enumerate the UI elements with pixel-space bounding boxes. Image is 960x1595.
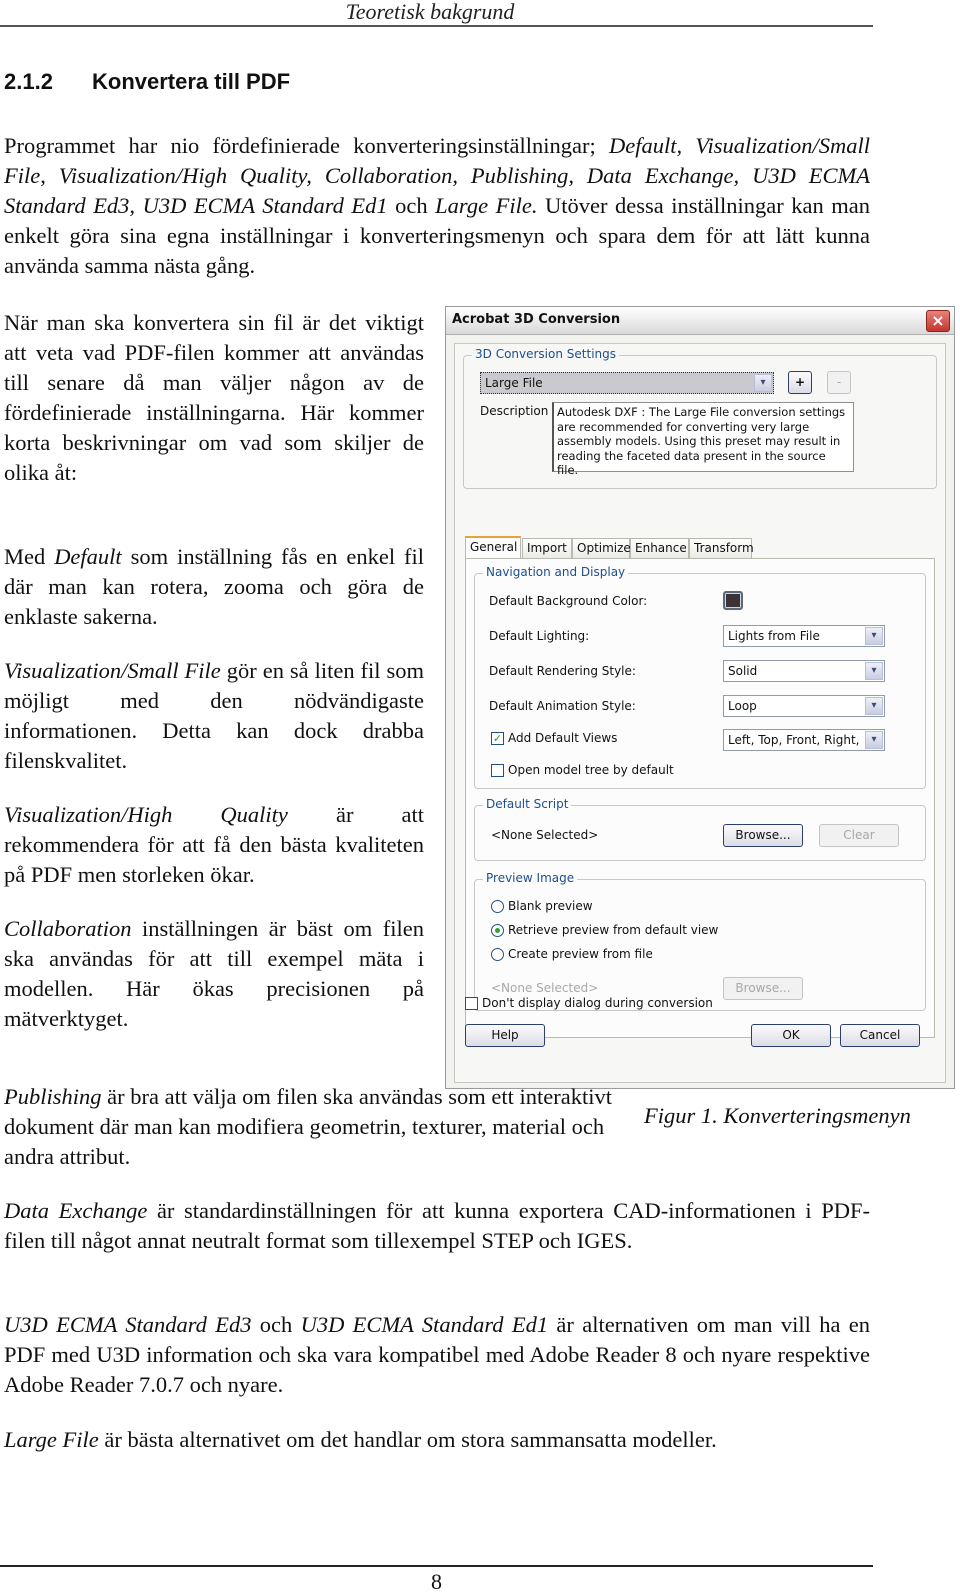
rendering-value: Solid — [728, 664, 758, 678]
dont-display-dialog-checkbox[interactable] — [465, 997, 478, 1010]
rendering-dropdown[interactable]: Solid ▾ — [723, 660, 885, 682]
intro-text: Programmet har nio fördefinierade konver… — [4, 133, 609, 158]
script-value: <None Selected> — [491, 828, 599, 842]
preview-image-legend: Preview Image — [483, 871, 578, 885]
rendering-label: Default Rendering Style: — [489, 664, 636, 678]
term: U3D ECMA Standard Ed1 — [300, 1312, 549, 1337]
help-button[interactable]: Help — [465, 1024, 545, 1047]
section-title: Konvertera till PDF — [92, 69, 291, 94]
chevron-down-icon[interactable]: ▾ — [754, 374, 772, 392]
term: Publishing — [4, 1084, 102, 1109]
term: Visualization/High Quality — [4, 802, 288, 827]
clear-script-button[interactable]: Clear — [819, 824, 899, 847]
dont-display-dialog-label: Don't display dialog during conversion — [482, 996, 713, 1010]
term: Large File — [4, 1427, 99, 1452]
tab-general[interactable]: General — [465, 536, 521, 559]
animation-label: Default Animation Style: — [489, 699, 636, 713]
intro-paragraph: Programmet har nio fördefinierade konver… — [4, 131, 870, 281]
lighting-value: Lights from File — [728, 629, 820, 643]
preview-file-value: <None Selected> — [491, 981, 599, 995]
bg-color-swatch[interactable] — [723, 591, 743, 610]
blank-preview-label: Blank preview — [508, 899, 593, 913]
chevron-down-icon[interactable]: ▾ — [865, 627, 883, 645]
open-model-tree-label: Open model tree by default — [508, 763, 674, 777]
lighting-label: Default Lighting: — [489, 629, 590, 643]
page-number: 8 — [431, 1569, 442, 1594]
browse-script-button[interactable]: Browse... — [723, 824, 803, 847]
navigation-display-group: Navigation and Display Default Backgroun… — [474, 565, 926, 789]
open-model-tree-checkbox[interactable] — [491, 764, 504, 777]
intro-text: och — [387, 193, 436, 218]
bg-color-label: Default Background Color: — [489, 594, 648, 608]
dialog-body: 3D Conversion Settings Large File ▾ + - … — [454, 343, 946, 1083]
collaboration-paragraph: Collaboration inställningen är bäst om f… — [4, 914, 424, 1034]
header-rule — [0, 25, 873, 27]
high-quality-paragraph: Visualization/High Quality är att rekomm… — [4, 800, 424, 890]
tab-enhance[interactable]: Enhance — [630, 538, 689, 558]
default-view-preview-label: Retrieve preview from default view — [508, 923, 719, 937]
term: Visualization/Small File — [4, 658, 221, 683]
publishing-paragraph: Publishing är bra att välja om filen ska… — [4, 1082, 629, 1172]
animation-value: Loop — [728, 699, 757, 713]
running-header: Teoretisk bakgrund — [345, 0, 515, 24]
default-script-legend: Default Script — [483, 797, 572, 811]
u3d-paragraph: U3D ECMA Standard Ed3 och U3D ECMA Stand… — [4, 1310, 870, 1400]
preset-value: Large File — [485, 376, 543, 390]
acrobat-3d-conversion-dialog: Acrobat 3D Conversion × 3D Conversion Se… — [445, 306, 955, 1089]
file-preview-label: Create preview from file — [508, 947, 653, 961]
remove-preset-button[interactable]: - — [827, 371, 851, 394]
figure-caption: Figur 1. Konverteringsmenyn — [644, 1103, 911, 1128]
section-number: 2.1.2 — [4, 69, 53, 94]
tab-optimize[interactable]: Optimize — [572, 538, 631, 558]
large-file-paragraph: Large File är bästa alternativet om det … — [4, 1425, 870, 1455]
description-text: Autodesk DXF : The Large File conversion… — [552, 402, 854, 477]
data-exchange-paragraph: Data Exchange är standardinställningen f… — [4, 1196, 870, 1256]
default-views-value: Left, Top, Front, Right, E — [728, 733, 862, 747]
tab-transform[interactable]: Transform — [689, 538, 754, 558]
animation-dropdown[interactable]: Loop ▾ — [723, 695, 885, 717]
general-tab-page: Navigation and Display Default Backgroun… — [465, 558, 935, 1038]
small-file-paragraph: Visualization/Small File gör en så liten… — [4, 656, 424, 776]
conversion-settings-group: 3D Conversion Settings Large File ▾ + - … — [463, 347, 937, 489]
description-label: Description — [480, 404, 549, 418]
term: Default — [54, 544, 122, 569]
navigation-display-legend: Navigation and Display — [483, 565, 629, 579]
body-text: Med — [4, 544, 55, 569]
preview-image-group: Preview Image Blank preview Retrieve pre… — [474, 871, 926, 1011]
default-views-dropdown[interactable]: Left, Top, Front, Right, E ▾ — [723, 729, 885, 751]
file-preview-radio[interactable] — [491, 948, 504, 961]
section-heading: 2.1.2 Konvertera till PDF — [4, 68, 290, 96]
add-preset-button[interactable]: + — [788, 371, 812, 394]
term: Data Exchange — [4, 1198, 148, 1223]
footer-rule — [0, 1565, 873, 1567]
preset-dropdown[interactable]: Large File ▾ — [480, 372, 774, 394]
cancel-button[interactable]: Cancel — [840, 1024, 920, 1047]
preset-large-file: Large File. — [435, 193, 538, 218]
add-default-views-label: Add Default Views — [508, 731, 618, 745]
body-text: är bästa alternativet om det handlar om … — [98, 1427, 717, 1452]
term: U3D ECMA Standard Ed3 — [4, 1312, 252, 1337]
add-default-views-checkbox[interactable]: ✓ — [491, 732, 504, 745]
dialog-titlebar[interactable]: Acrobat 3D Conversion × — [446, 307, 954, 335]
blank-preview-radio[interactable] — [491, 900, 504, 913]
default-view-preview-radio[interactable] — [491, 924, 504, 937]
tab-import[interactable]: Import — [522, 538, 572, 558]
close-icon[interactable]: × — [926, 310, 950, 332]
lighting-dropdown[interactable]: Lights from File ▾ — [723, 625, 885, 647]
chevron-down-icon[interactable]: ▾ — [865, 662, 883, 680]
term: Collaboration — [4, 916, 132, 941]
default-paragraph: Med Default som inställning fås en enkel… — [4, 542, 424, 632]
conversion-settings-legend: 3D Conversion Settings — [472, 347, 619, 361]
dialog-title: Acrobat 3D Conversion — [452, 312, 621, 327]
chevron-down-icon[interactable]: ▾ — [865, 697, 883, 715]
converting-paragraph: När man ska konvertera sin fil är det vi… — [4, 310, 424, 485]
ok-button[interactable]: OK — [751, 1024, 831, 1047]
chevron-down-icon[interactable]: ▾ — [865, 731, 883, 749]
body-text: och — [251, 1312, 301, 1337]
browse-preview-button[interactable]: Browse... — [723, 977, 803, 1000]
default-script-group: Default Script <None Selected> Browse...… — [474, 797, 926, 861]
